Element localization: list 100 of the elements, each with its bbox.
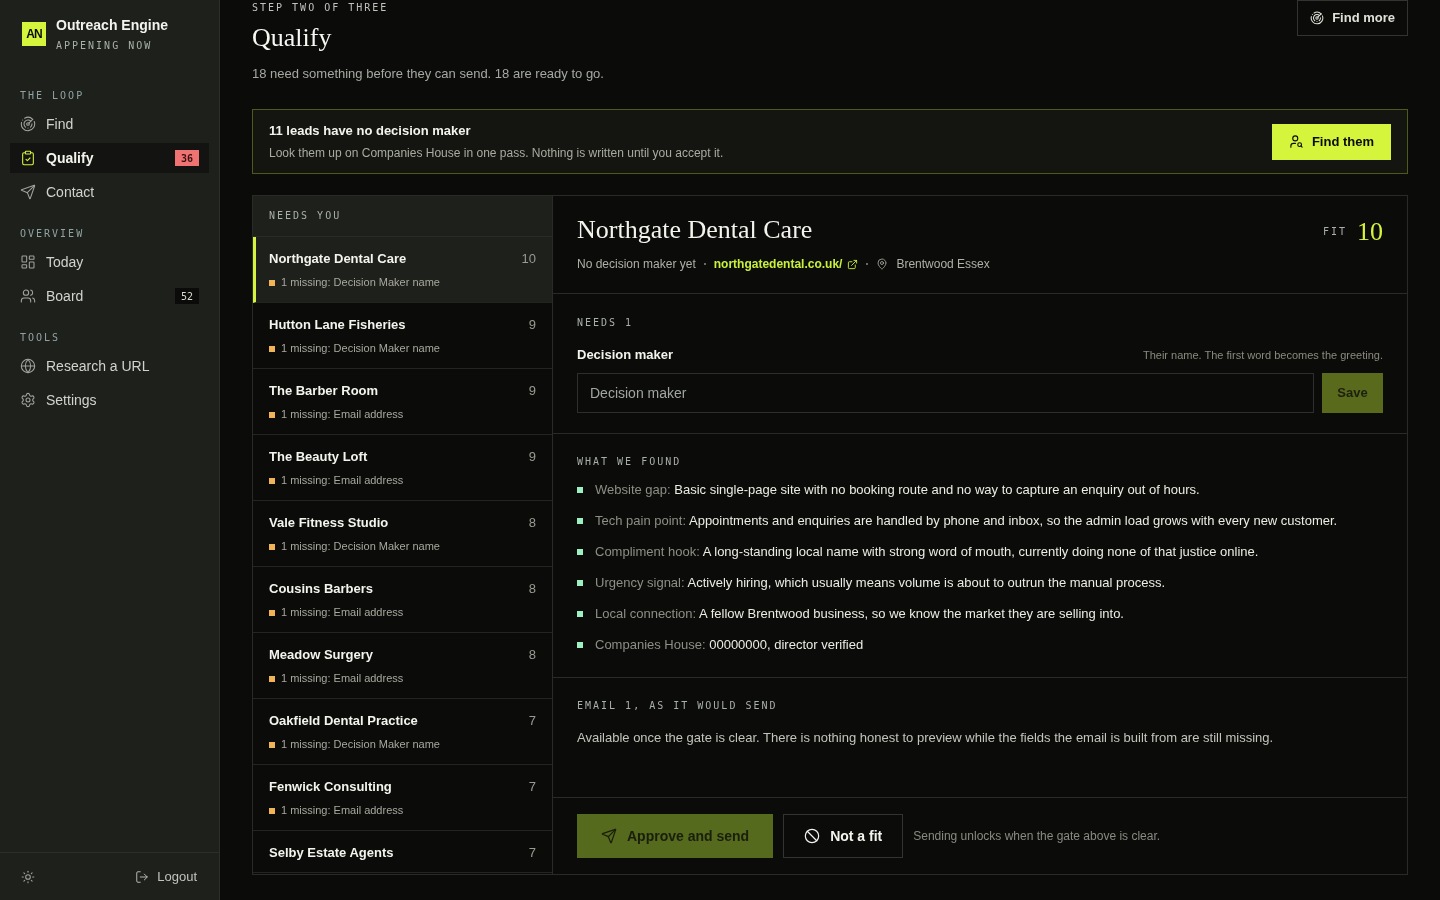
nav-label: Qualify: [46, 148, 94, 168]
lead-item[interactable]: Selby Estate Agents 7: [253, 831, 552, 873]
sun-icon: [21, 869, 35, 884]
logout-icon: [135, 869, 150, 884]
lead-name: Meadow Surgery: [269, 646, 374, 664]
missing-note: 1 missing: Decision Maker name: [281, 737, 440, 752]
lead-name: Vale Fitness Studio: [269, 514, 389, 532]
find-more-button[interactable]: Find more: [1297, 0, 1408, 36]
external-link-icon: [847, 258, 859, 270]
lead-score: 9: [528, 448, 536, 466]
lead-name: The Barber Room: [269, 382, 379, 400]
finding-text: Tech pain point: Appointments and enquiries are handled by phone and inbox, so the admin load grows with every new customer.: [595, 511, 1338, 530]
website-link[interactable]: northgatedental.co.uk/: [713, 256, 859, 272]
banner-title: 11 leads have no decision maker: [269, 122, 472, 139]
lead-item[interactable]: Northgate Dental Care 10 1 missing: Decision Maker name: [253, 237, 552, 303]
logout-button[interactable]: Logout: [135, 866, 197, 887]
nav-item[interactable]: Today: [10, 247, 209, 277]
radar-icon: [20, 116, 36, 132]
find-them-button[interactable]: Find them: [1271, 123, 1391, 160]
lead-score: 10: [521, 250, 536, 268]
missing-note: 1 missing: Decision Maker name: [281, 275, 440, 290]
lead-name: The Beauty Loft: [269, 448, 368, 466]
lead-location: Brentwood Essex: [896, 256, 990, 272]
fit-score: 10: [1357, 217, 1383, 247]
warning-square-icon: [269, 741, 275, 748]
lead-score: 8: [528, 514, 536, 532]
warning-square-icon: [269, 609, 275, 616]
list-heading: NEEDS YOU: [269, 210, 342, 222]
lead-status: No decision maker yet: [577, 256, 696, 272]
finding-text: Website gap: Basic single-page site with no booking route and no way to capture an enquiry out of hours.: [595, 480, 1200, 499]
theme-toggle[interactable]: [21, 869, 35, 884]
app-title: Outreach Engine: [56, 16, 169, 34]
section-heading: NEEDS 1: [577, 317, 634, 329]
field-hint: Their name. The first word becomes the greeting.: [1142, 348, 1383, 363]
lead-item[interactable]: Meadow Surgery 8 1 missing: Email address: [253, 633, 552, 699]
fit-label: FIT: [1322, 226, 1347, 238]
radar-icon: [1310, 11, 1325, 25]
lead-item[interactable]: Cousins Barbers 8 1 missing: Email address: [253, 567, 552, 633]
nav-section-label: TOOLS: [19, 332, 62, 344]
nav-section-label: OVERVIEW: [19, 228, 86, 240]
lead-score: 9: [528, 316, 536, 334]
nav-item[interactable]: Qualify 36: [10, 143, 209, 173]
warning-square-icon: [269, 345, 275, 352]
nav-item[interactable]: Find: [10, 109, 209, 139]
warning-square-icon: [269, 675, 275, 682]
finding-text: Compliment hook: A long-standing local name with strong word of mouth, currently doing none of that justice online.: [595, 542, 1259, 561]
nav-label: Settings: [46, 390, 97, 410]
lead-item[interactable]: Vale Fitness Studio 8 1 missing: Decision Maker name: [253, 501, 552, 567]
warning-square-icon: [269, 411, 275, 418]
count-badge: 52: [174, 288, 199, 304]
lead-score: 9: [528, 382, 536, 400]
send-icon: [20, 184, 36, 200]
lead-item[interactable]: Hutton Lane Fisheries 9 1 missing: Decision Maker name: [253, 303, 552, 369]
lead-item[interactable]: Fenwick Consulting 7 1 missing: Email address: [253, 765, 552, 831]
lead-score: 7: [528, 844, 536, 862]
lead-item[interactable]: The Barber Room 9 1 missing: Email address: [253, 369, 552, 435]
warning-square-icon: [269, 807, 275, 814]
missing-note: 1 missing: Email address: [281, 407, 404, 422]
lead-score: 7: [528, 778, 536, 796]
bullet-square-icon: [577, 610, 583, 617]
lead-score: 7: [528, 712, 536, 730]
nav-item[interactable]: Settings: [10, 385, 209, 415]
missing-note: 1 missing: Email address: [281, 473, 404, 488]
logo-icon: AN: [22, 22, 46, 46]
lead-name: Fenwick Consulting: [269, 778, 392, 796]
lead-item[interactable]: The Beauty Loft 9 1 missing: Email address: [253, 435, 552, 501]
missing-note: 1 missing: Email address: [281, 803, 404, 818]
nav-item[interactable]: Research a URL: [10, 351, 209, 381]
nav-item[interactable]: Board 52: [10, 281, 209, 311]
page-summary: 18 need something before they can send. 18 are ready to go.: [252, 65, 604, 83]
bullet-square-icon: [577, 548, 583, 555]
lead-name: Northgate Dental Care: [269, 250, 407, 268]
lead-name: Hutton Lane Fisheries: [269, 316, 406, 334]
user-search-icon: [1288, 134, 1304, 149]
not-a-fit-button[interactable]: Not a fit: [783, 814, 904, 858]
app-subtitle: APPENING NOW: [56, 40, 154, 52]
finding-text: Local connection: A fellow Brentwood business, so we know the market they are selling into.: [595, 604, 1124, 623]
banner-text: Look them up on Companies House in one pass. Nothing is written until you accept it.: [269, 144, 724, 161]
bullet-square-icon: [577, 579, 583, 586]
missing-note: 1 missing: Email address: [281, 605, 404, 620]
nav-item[interactable]: Contact: [10, 177, 209, 207]
users-icon: [20, 288, 36, 304]
nav-label: Board: [46, 286, 84, 306]
missing-note: 1 missing: Email address: [281, 671, 404, 686]
warning-square-icon: [269, 543, 275, 550]
send-icon: [601, 828, 617, 844]
lead-item[interactable]: Oakfield Dental Practice 7 1 missing: Decision Maker name: [253, 699, 552, 765]
section-heading: WHAT WE FOUND: [577, 455, 682, 468]
bullet-square-icon: [577, 486, 583, 493]
page-title: Qualify: [252, 23, 332, 53]
ban-icon: [804, 828, 821, 844]
nav-label: Today: [46, 252, 84, 272]
nav-section-label: THE LOOP: [19, 90, 86, 102]
bullet-square-icon: [577, 641, 583, 648]
clipboard-check-icon: [20, 150, 36, 166]
email-preview-note: Available once the gate is clear. There is nothing honest to preview while the fields the email is built from are still missing.: [577, 728, 1275, 747]
warning-square-icon: [269, 279, 275, 286]
lead-score: 8: [528, 580, 536, 598]
warning-square-icon: [269, 477, 275, 484]
send-note: Sending unlocks when the gate above is clear.: [913, 828, 1161, 845]
